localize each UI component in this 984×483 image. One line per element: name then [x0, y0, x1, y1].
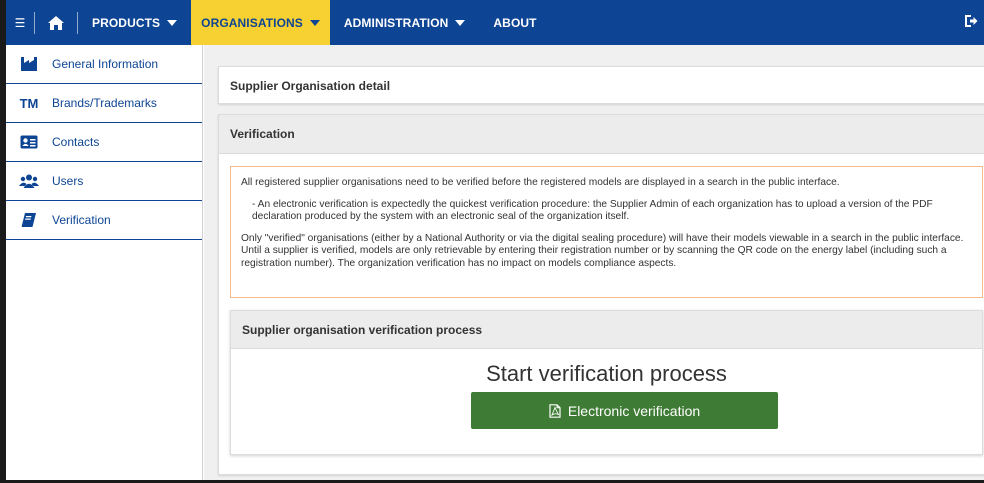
sidebar-item-general-information[interactable]: General Information [6, 45, 202, 84]
users-icon [6, 174, 52, 188]
sidebar-item-label: Verification [52, 213, 111, 227]
top-navigation-bar: ☰ PRODUCTS ORGANISATIONS ADMINISTRATION … [6, 0, 984, 45]
chevron-down-icon [309, 19, 320, 26]
contact-card-icon [6, 135, 52, 149]
nav-products-label: PRODUCTS [92, 15, 161, 30]
trademark-icon: TM [6, 96, 52, 111]
card-title: Supplier organisation verification proce… [231, 311, 982, 349]
chevron-down-icon [455, 19, 466, 26]
nav-organisations-label: ORGANISATIONS [201, 15, 303, 30]
sidebar-item-users[interactable]: Users [6, 162, 202, 201]
sidebar-item-label: Brands/Trademarks [52, 96, 157, 110]
verification-notice: All registered supplier organisations ne… [230, 166, 983, 298]
sidebar: General Information TM Brands/Trademarks… [6, 45, 203, 480]
notice-paragraph: Only "verified" organisations (either by… [241, 232, 964, 269]
notice-paragraph: - An electronic verification is expected… [252, 198, 933, 223]
home-icon[interactable] [35, 0, 77, 45]
sidebar-item-label: General Information [52, 57, 159, 71]
nav-administration-label: ADMINISTRATION [343, 15, 449, 30]
trademark-icon-text: TM [19, 95, 39, 111]
book-icon [6, 212, 52, 228]
sidebar-item-brands-trademarks[interactable]: TM Brands/Trademarks [6, 84, 202, 123]
nav-products[interactable]: PRODUCTS [78, 0, 191, 45]
sidebar-item-label: Contacts [52, 135, 100, 149]
pdf-file-icon [549, 403, 561, 418]
card-title: Supplier Organisation detail [230, 79, 391, 93]
sidebar-item-label: Users [52, 174, 84, 188]
start-verification-title: Start verification process [486, 361, 727, 386]
notice-paragraph: All registered supplier organisations ne… [241, 177, 840, 188]
nav-about[interactable]: ABOUT [479, 0, 550, 45]
nav-organisations[interactable]: ORGANISATIONS [191, 0, 330, 45]
app-frame: ☰ PRODUCTS ORGANISATIONS ADMINISTRATION … [0, 0, 984, 483]
verification-process-card: Supplier organisation verification proce… [230, 310, 983, 455]
main-content: Supplier Organisation detail Verificatio… [204, 45, 984, 480]
chevron-down-icon [167, 19, 178, 26]
factory-icon [6, 56, 52, 72]
hamburger-menu-icon[interactable]: ☰ [6, 0, 34, 45]
electronic-verification-button[interactable]: Electronic verification [471, 392, 778, 429]
sidebar-item-verification[interactable]: Verification [6, 201, 202, 240]
card-title: Verification [219, 115, 984, 154]
verification-card: Verification All registered supplier org… [218, 114, 984, 475]
button-label: Electronic verification [567, 402, 701, 419]
logout-icon[interactable] [964, 14, 978, 33]
nav-administration[interactable]: ADMINISTRATION [330, 0, 480, 45]
supplier-organisation-detail-card: Supplier Organisation detail [218, 66, 984, 104]
nav-about-label: ABOUT [493, 15, 537, 30]
sidebar-item-contacts[interactable]: Contacts [6, 123, 202, 162]
